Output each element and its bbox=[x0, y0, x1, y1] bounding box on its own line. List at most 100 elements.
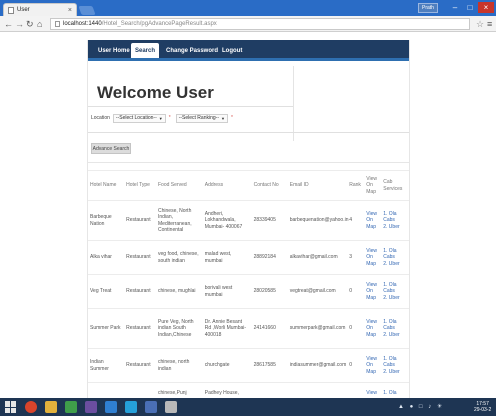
cab-uber-link[interactable]: 2. Uber bbox=[383, 332, 409, 339]
page-favicon-icon bbox=[8, 6, 14, 14]
table-row: Alka vihar Restaurant veg food, chinese,… bbox=[88, 240, 409, 275]
hotel-type bbox=[124, 382, 156, 398]
sticky-notes-icon[interactable] bbox=[65, 401, 77, 413]
location-label: Location bbox=[91, 115, 110, 121]
rank: 4 bbox=[347, 200, 365, 241]
menu-icon[interactable]: ≡ bbox=[487, 19, 492, 29]
bookmark-star-icon[interactable]: ☆ bbox=[476, 19, 484, 30]
page-info-icon[interactable] bbox=[55, 21, 60, 27]
table-header-row: Hotel Name Hotel Type Food Served Addres… bbox=[88, 170, 409, 201]
rank: 0 bbox=[347, 274, 365, 309]
table-row: Summer Park Restaurant Pure Veg, North i… bbox=[88, 308, 409, 349]
tab-close-icon[interactable]: × bbox=[68, 7, 72, 14]
home-icon[interactable]: ⌂ bbox=[37, 19, 42, 29]
site-navbar: User Home Search Change Password Logout bbox=[88, 40, 409, 61]
paint-icon[interactable] bbox=[165, 401, 177, 413]
hotel-name: Barbeque Nation bbox=[88, 200, 125, 241]
hotel-type: Restaurant bbox=[124, 200, 156, 241]
cab-uber-link[interactable]: 2. Uber bbox=[383, 369, 409, 376]
view-on-map-link[interactable]: View bbox=[366, 390, 379, 397]
contact-no: 28339405 bbox=[251, 200, 288, 241]
new-tab-button[interactable] bbox=[78, 6, 96, 15]
contact-no: 28617585 bbox=[251, 348, 288, 383]
email-id: alkavihar@gmail.com bbox=[287, 240, 348, 275]
contact-no: 28892184 bbox=[251, 240, 288, 275]
system-tray-icons[interactable]: ▲ ● □ ♪ ☀ bbox=[398, 403, 444, 410]
view-on-map-link[interactable]: View On Map bbox=[366, 282, 379, 302]
reload-icon[interactable]: ↻ bbox=[26, 19, 34, 29]
address: malad west, mumbai bbox=[202, 240, 252, 275]
advance-search-button[interactable]: Advance Search bbox=[91, 143, 131, 154]
col-hotel-type: Hotel Type bbox=[124, 170, 156, 201]
hotel-name: Summer Park bbox=[88, 308, 125, 349]
tab-title: User bbox=[17, 7, 30, 13]
back-arrow-icon[interactable]: ← bbox=[4, 19, 13, 29]
maximize-button[interactable]: □ bbox=[463, 2, 477, 13]
minimize-button[interactable]: – bbox=[448, 2, 462, 13]
address: Andheri, Lokhandwala, Mumbai- 400067 bbox=[202, 200, 252, 241]
address: Padhey House, bbox=[202, 382, 252, 398]
chevron-down-icon: ▼ bbox=[158, 115, 163, 121]
nav-search[interactable]: Search bbox=[131, 43, 160, 58]
hotel-type: Restaurant bbox=[124, 274, 156, 309]
browser-tab[interactable]: User × bbox=[3, 3, 77, 16]
ranking-select[interactable]: --Select Ranking-- ▼ bbox=[175, 113, 228, 123]
email-id: indiasummer@gmail.com bbox=[287, 348, 348, 383]
col-food-served: Food Served bbox=[156, 170, 203, 201]
chrome-icon[interactable] bbox=[25, 401, 37, 413]
view-on-map-link[interactable]: View On Map bbox=[366, 356, 379, 376]
nav-logout[interactable]: Logout bbox=[218, 45, 246, 56]
view-on-map-link[interactable]: View On Map bbox=[366, 248, 379, 268]
hotel-results-table: Hotel Name Hotel Type Food Served Addres… bbox=[88, 170, 409, 398]
col-view-map: View On Map bbox=[364, 170, 382, 201]
page-title: Welcome User bbox=[97, 83, 214, 102]
hotel-name bbox=[88, 382, 125, 398]
taskbar-clock[interactable]: 17:57 29-03-2 bbox=[474, 401, 491, 413]
rank: 3 bbox=[347, 240, 365, 275]
divider bbox=[88, 106, 293, 107]
address: churchgate bbox=[202, 348, 252, 383]
view-on-map-link[interactable]: View On Map bbox=[366, 319, 379, 339]
rank bbox=[347, 382, 365, 398]
cab-uber-link[interactable]: 2. Uber bbox=[383, 261, 409, 268]
location-select[interactable]: --Select Location-- ▼ bbox=[112, 113, 166, 123]
food-served: Chinese, North Indian, Mediterranean, Co… bbox=[156, 200, 203, 241]
cab-uber-link[interactable]: 2. Uber bbox=[383, 224, 409, 231]
contact-no bbox=[251, 382, 288, 398]
food-served: veg food, chinese, south indian bbox=[156, 240, 203, 275]
browser-toolbar: ← → ↻ ⌂ localhost:1440/Hotel_Search/pgAd… bbox=[0, 16, 496, 32]
close-window-button[interactable]: × bbox=[478, 2, 494, 13]
profile-badge[interactable]: Prath bbox=[418, 3, 438, 13]
media-icon[interactable] bbox=[105, 401, 117, 413]
contact-no: 24141660 bbox=[251, 308, 288, 349]
forward-arrow-icon[interactable]: → bbox=[15, 19, 24, 29]
required-marker: * bbox=[168, 115, 171, 121]
address-bar[interactable]: localhost:1440/Hotel_Search/pgAdvancePag… bbox=[50, 18, 470, 30]
cab-uber-link[interactable]: 2. Uber bbox=[383, 295, 409, 302]
required-marker: * bbox=[230, 115, 233, 121]
nav-change-password[interactable]: Change Password bbox=[162, 45, 222, 56]
table-row: Veg Treat Restaurant chinese, mughlai bo… bbox=[88, 274, 409, 309]
address: Dr. Annie Besant Rd ,Worli Mumbai-400018 bbox=[202, 308, 252, 349]
hotel-type: Restaurant bbox=[124, 348, 156, 383]
address: borivali west mumbai bbox=[202, 274, 252, 309]
col-contact: Contact No bbox=[251, 170, 288, 201]
hotel-name: Indian Summer bbox=[88, 348, 125, 383]
visual-studio-icon[interactable] bbox=[85, 401, 97, 413]
food-served: chinese,Punj bbox=[156, 382, 203, 398]
hotel-name: Alka vihar bbox=[88, 240, 125, 275]
skype-icon[interactable] bbox=[125, 401, 137, 413]
file-explorer-icon[interactable] bbox=[45, 401, 57, 413]
divider bbox=[293, 66, 294, 141]
table-row: Barbeque Nation Restaurant Chinese, Nort… bbox=[88, 200, 409, 241]
url-path: /Hotel_Search/pgAdvancePageResult.aspx bbox=[101, 21, 217, 27]
cab-ola-link[interactable]: 1. Ola bbox=[383, 390, 409, 397]
view-on-map-link[interactable]: View On Map bbox=[366, 211, 379, 231]
nav-user-home[interactable]: User Home bbox=[94, 45, 134, 56]
food-served: chinese, mughlai bbox=[156, 274, 203, 309]
windows-start-icon[interactable] bbox=[5, 401, 17, 413]
col-address: Address bbox=[202, 170, 252, 201]
hotel-type: Restaurant bbox=[124, 308, 156, 349]
app-icon[interactable] bbox=[145, 401, 157, 413]
col-cab-services: Cab Services bbox=[381, 170, 409, 201]
